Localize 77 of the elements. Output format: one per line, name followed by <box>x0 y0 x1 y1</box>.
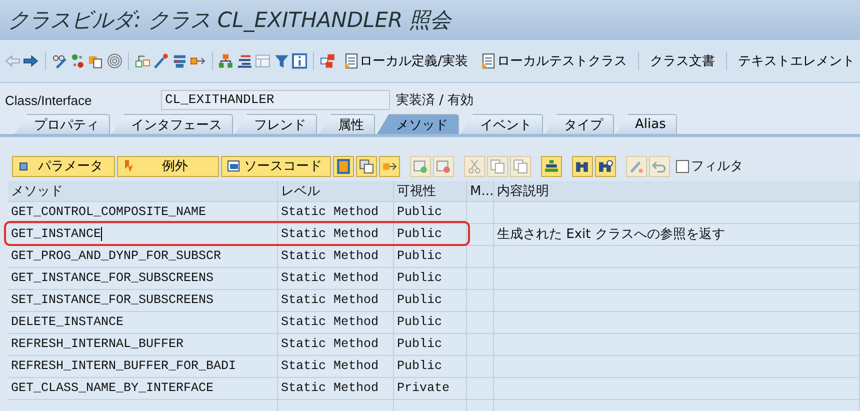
toolbar-button[interactable]: クラス文書 <box>644 52 720 70</box>
table-cell: Static Method <box>278 268 394 289</box>
toolbar-button[interactable]: テキストエレメント <box>732 52 860 70</box>
toolbar-button[interactable]: ローカル定義/実装 <box>338 52 473 70</box>
table-cell: Public <box>394 202 467 223</box>
status-text: 実装済 / 有効 <box>396 92 474 109</box>
spiral-icon[interactable] <box>106 53 122 69</box>
binoculars-icon[interactable] <box>595 156 616 176</box>
binoculars-icon[interactable] <box>572 156 593 176</box>
tab[interactable]: 属性 <box>319 114 375 134</box>
toolbar-icon[interactable] <box>541 156 562 176</box>
toolbar-icon[interactable] <box>135 53 150 69</box>
column-header[interactable]: レベル <box>278 181 394 201</box>
info-icon[interactable] <box>292 53 308 69</box>
table-cell: Public <box>394 290 467 311</box>
table-cell: Public <box>394 268 467 289</box>
tab[interactable]: メソッド <box>377 114 459 134</box>
toolbar-button[interactable]: ローカルテストクラス <box>476 52 632 70</box>
toolbar-icon[interactable] <box>320 53 336 69</box>
table-cell: Public <box>394 224 467 245</box>
table-cell: GET_INSTANCE <box>8 224 278 245</box>
tab[interactable]: インタフェース <box>112 114 233 134</box>
table-cell: GET_PROG_AND_DYNP_FOR_SUBSCR <box>8 246 278 267</box>
table-cell: Static Method <box>278 246 394 267</box>
toolbar-icon[interactable] <box>236 53 252 69</box>
table-cell: Public <box>394 334 467 355</box>
filter-checkbox[interactable] <box>676 160 689 172</box>
table-cell: Public <box>394 312 467 333</box>
filter-icon[interactable] <box>274 53 289 69</box>
toolbar-icon[interactable] <box>356 156 377 176</box>
toolbar-icon[interactable] <box>333 156 354 176</box>
toolbar-icon[interactable] <box>88 53 104 69</box>
toolbar-button[interactable]: ソースコード <box>221 156 331 176</box>
table-cell: GET_CLASS_NAME_BY_INTERFACE <box>8 378 278 399</box>
table-cell: REFRESH_INTERN_BUFFER_FOR_BADI <box>8 356 278 377</box>
table-cell: Static Method <box>278 356 394 377</box>
wand-icon[interactable] <box>153 53 169 69</box>
hierarchy-icon[interactable] <box>218 53 234 69</box>
table-cell: Static Method <box>278 378 394 399</box>
tab[interactable]: イベント <box>461 114 543 134</box>
class-field[interactable]: CL_EXITHANDLER <box>161 90 390 110</box>
tab[interactable]: Alias <box>616 114 677 134</box>
table-cell: Static Method <box>278 312 394 333</box>
table-cell: Static Method <box>278 202 394 223</box>
table-cell: Static Method <box>278 334 394 355</box>
table-cell: DELETE_INSTANCE <box>8 312 278 333</box>
field-label: Class/Interface <box>5 92 93 108</box>
column-header[interactable]: メソッド <box>8 181 278 201</box>
window-title: クラスビルダ: クラス CL_EXITHANDLER 照会 <box>8 7 452 34</box>
tab[interactable]: フレンド <box>235 114 317 134</box>
table-cell: REFRESH_INTERNAL_BUFFER <box>8 334 278 355</box>
column-header[interactable]: 可視性 <box>394 181 467 201</box>
toolbar-button[interactable]: パラメータ <box>12 156 115 176</box>
forward-arrow-icon[interactable] <box>23 53 39 69</box>
table-cell: Public <box>394 246 467 267</box>
table-cell: Static Method <box>278 290 394 311</box>
table-cell: GET_CONTROL_COMPOSITE_NAME <box>8 202 278 223</box>
toolbar-button[interactable]: 例外 <box>117 156 219 176</box>
lightning-icon <box>122 159 136 173</box>
checkbox-label: フィルタ <box>691 158 743 175</box>
table-cell: GET_INSTANCE_FOR_SUBSCREENS <box>8 268 278 289</box>
table-cell: SET_INSTANCE_FOR_SUBSCREENS <box>8 290 278 311</box>
table-cell: Private <box>394 378 467 399</box>
table-cell: Public <box>394 356 467 377</box>
glasses-pencil-icon[interactable] <box>52 53 68 69</box>
window-icon <box>226 159 240 173</box>
document-icon <box>344 53 358 69</box>
toolbar-icon[interactable] <box>379 156 400 176</box>
table-cell: Static Method <box>278 224 394 245</box>
table-cell: 生成された Exit クラスへの参照を返す <box>497 227 725 242</box>
toolbar-icon[interactable] <box>70 53 86 69</box>
toolbar-icon[interactable] <box>172 53 188 69</box>
column-header[interactable]: M... <box>467 181 494 201</box>
tab[interactable]: プロパティ <box>15 114 110 134</box>
tab[interactable]: タイプ <box>545 114 614 134</box>
document-icon <box>480 53 495 69</box>
column-header[interactable]: 内容説明 <box>494 181 860 201</box>
